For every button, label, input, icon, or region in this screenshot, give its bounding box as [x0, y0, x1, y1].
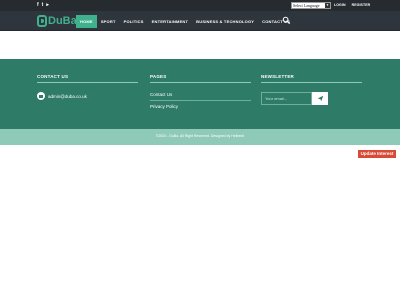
newsletter-submit-button[interactable]	[312, 92, 328, 105]
register-link[interactable]: REGISTER	[352, 3, 371, 7]
nav-item-business-technology[interactable]: BUSINESS & TECHNOLOGY	[192, 15, 258, 28]
twitter-icon[interactable]: t	[42, 2, 44, 8]
logo-text: DuBa	[48, 15, 77, 27]
newsletter-heading: NEWSLETTER	[261, 74, 294, 79]
language-select[interactable]: Select Language ▼	[291, 2, 331, 9]
youtube-icon[interactable]: ▸	[46, 2, 49, 8]
newsletter-email-input[interactable]: Your email...	[261, 92, 312, 105]
nav-item-home[interactable]: HOME	[76, 15, 97, 28]
top-bar: f t ▸ Select Language ▼ LOGIN REGISTER	[0, 0, 400, 11]
language-select-label: Select Language	[293, 3, 320, 8]
nav-item-politics[interactable]: POLITICS	[120, 15, 148, 28]
contact-email-text: admin@duba.co.uk	[48, 93, 87, 99]
contact-heading: CONTACT US	[37, 74, 69, 79]
logo-icon	[37, 15, 47, 27]
send-icon	[317, 95, 323, 102]
pages-divider	[150, 82, 251, 83]
main-menu: HOME SPORT POLITICS ENTERTAINMENT BUSINE…	[76, 15, 294, 28]
search-icon[interactable]	[282, 16, 291, 25]
contact-divider	[37, 82, 138, 83]
envelope-icon	[37, 92, 45, 100]
social-links: f t ▸	[37, 2, 49, 8]
footer-link-privacy-policy[interactable]: Privacy Policy	[150, 104, 178, 109]
contact-email[interactable]: admin@duba.co.uk	[37, 92, 87, 100]
facebook-icon[interactable]: f	[37, 2, 39, 8]
login-link[interactable]: LOGIN	[334, 3, 346, 7]
pages-link-separator	[150, 100, 251, 101]
pages-heading: PAGES	[150, 74, 167, 79]
nav-item-sport[interactable]: SPORT	[97, 15, 120, 28]
main-navbar: DuBa HOME SPORT POLITICS ENTERTAINMENT B…	[0, 11, 400, 31]
footer-link-contact-us[interactable]: Contact Us	[150, 92, 172, 97]
chevron-down-icon: ▼	[325, 3, 330, 8]
newsletter-divider	[261, 82, 362, 83]
site-logo[interactable]: DuBa	[37, 15, 77, 27]
nav-item-entertainment[interactable]: ENTERTAINMENT	[148, 15, 193, 28]
copyright-text: ©2020 - DuBa. All Right Reserved. Design…	[155, 134, 245, 138]
update-interest-button[interactable]: Update Interest	[358, 150, 396, 158]
